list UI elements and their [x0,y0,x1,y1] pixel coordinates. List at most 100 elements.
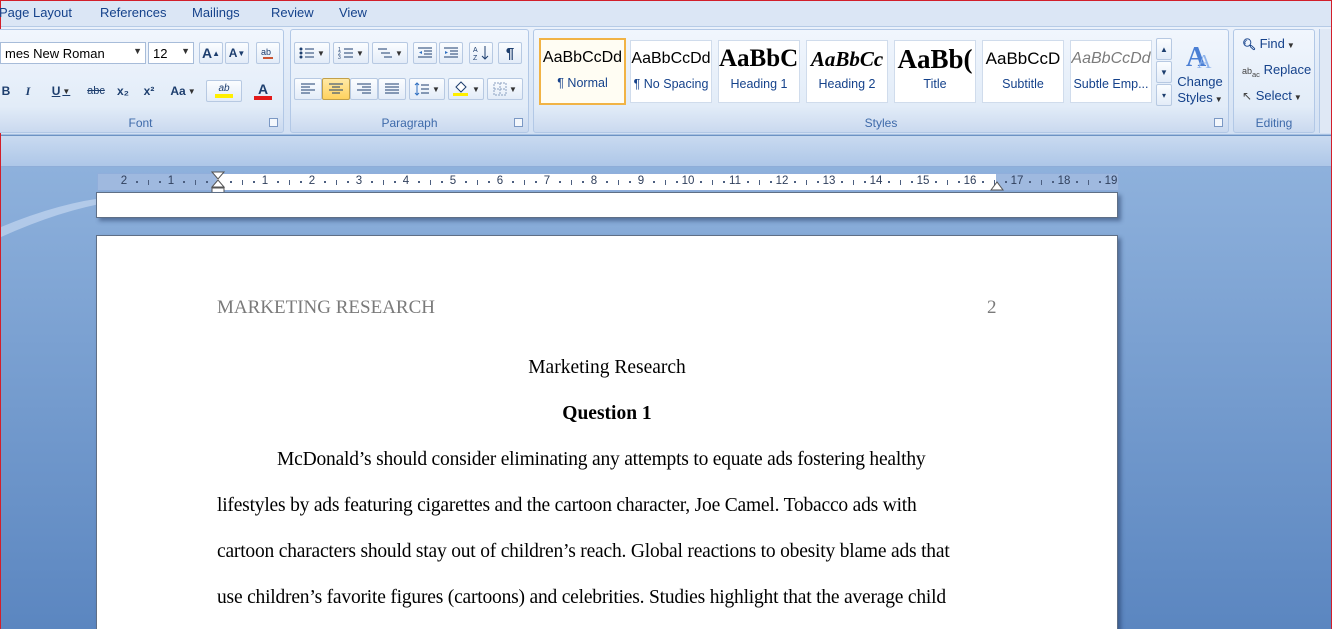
align-center-button[interactable] [322,78,350,100]
multilevel-list-button[interactable]: ▼ [372,42,408,64]
font-size-combo[interactable]: 12 ▼ [148,42,194,64]
more-icon: ▾ [1161,90,1166,100]
style-heading-2[interactable]: AaBbCc Heading 2 [806,40,888,103]
gallery-scroll-down-button[interactable]: ▼ [1156,61,1172,83]
decrease-indent-icon [418,47,432,58]
clear-formatting-icon: ab [261,47,273,59]
highlight-button[interactable]: ab [206,80,242,102]
strikethrough-button[interactable]: abc [83,80,109,102]
line-spacing-button[interactable]: ▼ [409,78,445,100]
replace-label: Replace [1263,62,1312,77]
select-button[interactable]: ↖ Select ▼ [1242,88,1302,103]
font-name-combo[interactable]: mes New Roman ▼ [0,42,146,64]
style-title[interactable]: AaBb( Title [894,40,976,103]
ribbon-scrollbar[interactable] [1319,29,1331,133]
underline-button[interactable]: U ▼ [44,80,78,102]
ruler-dot [159,181,162,183]
ruler-dot [723,181,726,183]
style-subtitle[interactable]: AaBbCcD Subtitle [982,40,1064,103]
shading-button[interactable]: ▼ [448,78,484,100]
chevron-down-icon[interactable]: ▼ [133,46,142,56]
previous-page [96,192,1118,218]
right-indent-marker-icon[interactable] [990,179,1004,191]
bold-button[interactable]: B [0,80,14,102]
style-sample: AaBbCcDd [1071,50,1151,67]
change-case-icon: Aa [170,84,186,98]
replace-button[interactable]: abac Replace [1242,62,1311,79]
ruler-dot [1099,181,1102,183]
ruler-dot [323,181,326,183]
bullets-button[interactable]: ▼ [294,42,330,64]
grow-font-button[interactable]: A ▲ [199,42,223,64]
italic-button[interactable]: I [18,80,38,102]
italic-icon: I [25,83,31,98]
chevron-down-icon[interactable]: ▼ [181,46,190,56]
document-page[interactable]: MARKETING RESEARCH 2 Marketing Research … [96,235,1118,629]
ruler-dot [394,181,397,183]
tab-references[interactable]: References [100,5,166,20]
chevron-down-icon: ▼ [1160,67,1168,77]
paragraph-dialog-launcher-icon[interactable] [514,118,523,127]
tab-page-layout[interactable]: Page Layout [0,5,72,20]
style-name: Subtle Emp... [1073,77,1149,91]
body-line: McDonald’s should consider eliminating a… [277,449,926,470]
style-normal[interactable]: AaBbCcDd ¶ Normal [539,38,626,105]
ribbon-tabs: Page Layout References Mailings Review V… [0,1,1331,27]
font-color-bar [254,95,272,100]
ruler-tick-label: 14 [869,175,883,187]
style-subtle-emphasis[interactable]: AaBbCcDd Subtle Emp... [1070,40,1152,103]
change-case-button[interactable]: Aa ▼ [166,80,200,102]
styles-dialog-launcher-icon[interactable] [1214,118,1223,127]
style-name: Heading 1 [730,77,788,91]
tab-review[interactable]: Review [271,5,314,20]
horizontal-ruler[interactable]: 2 1 1 2 3 4 5 6 7 8 9 10 11 12 13 14 15 16 17 18 19 [97,171,1119,195]
clear-formatting-button[interactable]: ab [256,42,280,64]
chevron-down-icon: ▼ [1214,95,1223,104]
strikethrough-icon: abc [87,85,105,97]
highlight-icon: ab [218,83,230,94]
ruler-tick-label: 10 [681,175,695,187]
sort-icon: AZ [473,46,489,61]
decrease-indent-button[interactable] [413,42,437,64]
sort-button[interactable]: AZ [469,42,493,64]
borders-button[interactable]: ▼ [487,78,523,100]
ruler-dot [699,181,702,183]
style-no-spacing[interactable]: AaBbCcDd ¶ No Spacing [630,40,712,103]
shrink-font-button[interactable]: A ▼ [225,42,249,64]
ruler-tick-label: 6 [496,175,504,187]
change-styles-button[interactable]: A A Change Styles ▼ [1176,34,1224,110]
align-right-icon [357,83,371,94]
numbering-button[interactable]: 1 2 3 ▼ [333,42,369,64]
align-left-icon [301,83,315,94]
ruler-tick-label: 1 [261,175,269,187]
style-name: Subtitle [1002,77,1044,91]
font-dialog-launcher-icon[interactable] [269,118,278,127]
subscript-button[interactable]: x₂ [112,80,134,102]
ruler-dot [899,180,901,185]
ruler-dot [711,180,713,185]
ruler-tick-label: 9 [637,175,645,187]
ruler-dot [582,181,585,183]
ruler-dot [1040,180,1042,185]
align-left-button[interactable] [294,78,322,100]
superscript-button[interactable]: x² [138,80,160,102]
ruler-dot [276,181,279,183]
shrink-font-icon: A [228,46,238,60]
style-heading-1[interactable]: AaBbC( Heading 1 [718,40,800,103]
gallery-scroll-up-button[interactable]: ▲ [1156,38,1172,60]
ruler-dot [253,181,256,183]
increase-indent-button[interactable] [439,42,463,64]
style-sample: AaBbCc [810,47,884,71]
show-formatting-marks-button[interactable]: ¶ [498,42,522,64]
font-color-button[interactable]: A [246,80,280,102]
justify-button[interactable] [378,78,406,100]
find-button[interactable]: 🔍︎ Find ▼ [1242,36,1295,51]
subscript-icon: x₂ [116,84,129,98]
tab-mailings[interactable]: Mailings [192,5,240,20]
align-right-button[interactable] [350,78,378,100]
ruler-dot [1005,181,1008,183]
ruler-dot [1028,181,1031,183]
gallery-more-button[interactable]: ▾ [1156,84,1172,106]
tab-view[interactable]: View [339,5,367,20]
style-name: ¶ Normal [557,76,608,90]
